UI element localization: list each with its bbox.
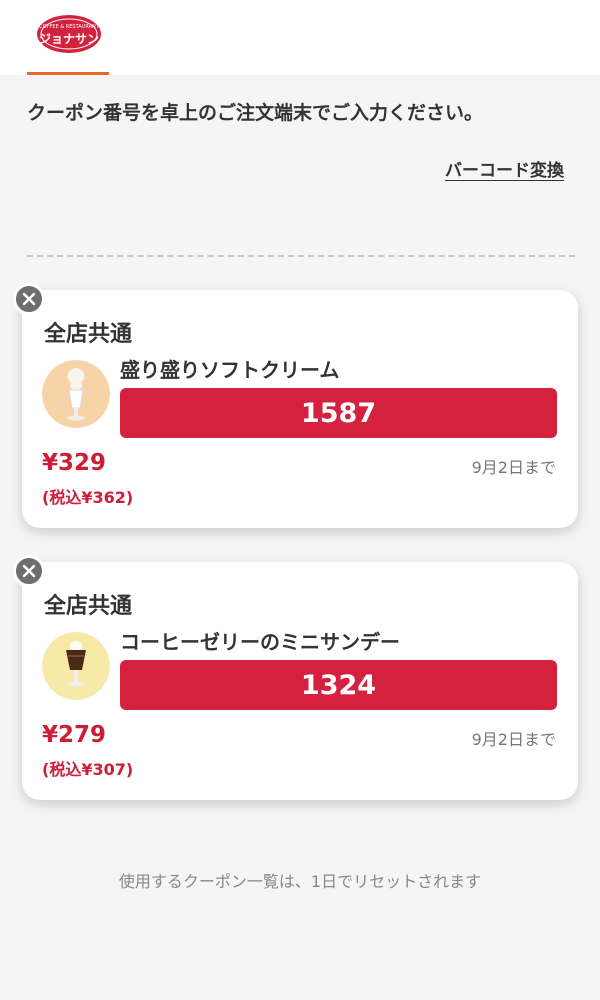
coffee-jelly-sundae-icon (42, 632, 110, 700)
coupon-code: 1587 (120, 388, 557, 438)
coupon-item-name: コーヒーゼリーのミニサンデー (120, 630, 400, 654)
coupon-card[interactable]: 全店共通 コーヒーゼリーのミニサンデー 1324 ¥279 (税込¥307) 9… (13, 555, 578, 800)
soft-cream-icon (42, 360, 110, 428)
svg-text:ジョナサン: ジョナサン (39, 32, 99, 46)
coupon-price-tax: (税込¥307) (42, 760, 134, 779)
coupon-scope: 全店共通 (44, 594, 133, 619)
coupon-card[interactable]: 全店共通 盛り盛りソフトクリーム 1587 ¥329 (税込¥362) 9月2日… (13, 283, 578, 528)
close-icon (22, 564, 36, 578)
coupon-price: ¥279 (42, 722, 107, 748)
active-tab-indicator (27, 72, 109, 75)
coupon-price-tax: (税込¥362) (42, 488, 134, 507)
logo-icon[interactable]: COFFEE & RESTAURANT ジョナサン (36, 14, 102, 54)
instruction-text: クーポン番号を卓上のご注文端末でご入力ください。 (27, 102, 484, 124)
coupon-scope: 全店共通 (44, 322, 133, 347)
svg-text:COFFEE & RESTAURANT: COFFEE & RESTAURANT (39, 24, 100, 30)
coupon-expiry: 9月2日まで (471, 458, 556, 477)
reset-notice: 使用するクーポン一覧は、1日でリセットされます (118, 872, 482, 891)
coupon-expiry: 9月2日まで (471, 730, 556, 749)
dashed-divider (27, 255, 575, 257)
coupon-price: ¥329 (42, 450, 107, 476)
coupon-code: 1324 (120, 660, 557, 710)
close-icon (22, 292, 36, 306)
coupon-item-name: 盛り盛りソフトクリーム (120, 358, 340, 382)
remove-coupon-button[interactable] (13, 555, 45, 587)
barcode-convert-link[interactable]: バーコード変換 (445, 156, 564, 181)
remove-coupon-button[interactable] (13, 283, 45, 315)
header: COFFEE & RESTAURANT ジョナサン (0, 0, 600, 75)
